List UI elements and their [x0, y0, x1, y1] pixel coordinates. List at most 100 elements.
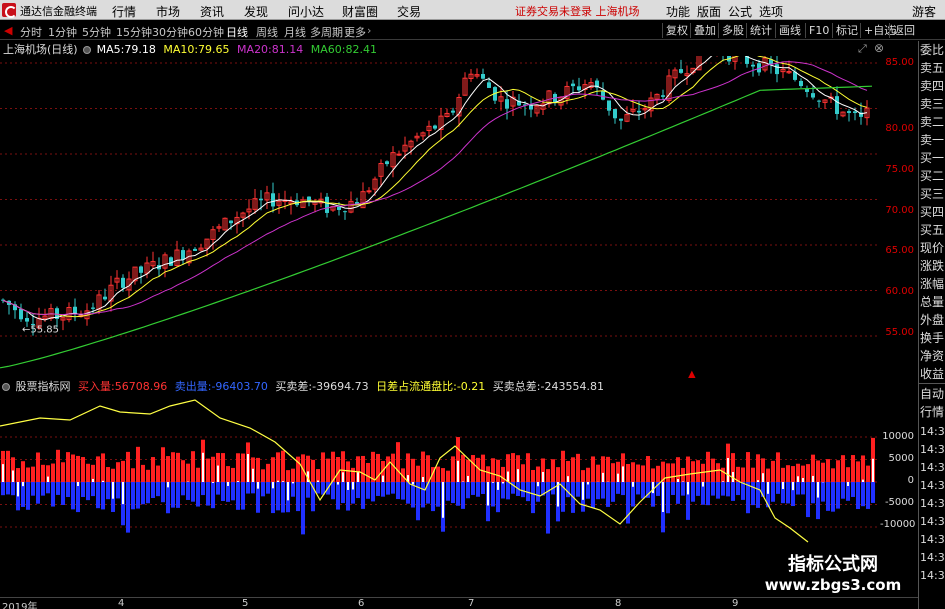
menu-functions[interactable]: 功能	[666, 3, 690, 20]
indicator-settings-icon[interactable]	[2, 383, 10, 391]
label-ask5: 卖五	[920, 61, 945, 75]
sell-volume-bar	[841, 482, 845, 499]
menu-xiaoda[interactable]: 问小达	[288, 3, 324, 20]
sell-volume-bar	[636, 482, 640, 495]
buy-volume-bar	[596, 464, 600, 482]
buy-volume-bar	[191, 451, 195, 482]
sell-volume-bar	[501, 482, 505, 499]
settings-circle-icon[interactable]	[83, 46, 92, 54]
menu-trade[interactable]: 交易	[397, 3, 421, 20]
label-volume: 总量	[920, 295, 945, 309]
more-chevron-icon[interactable]: ›	[367, 24, 371, 37]
menu-quotes[interactable]: 行情	[112, 3, 136, 20]
sell-volume-bar	[6, 482, 10, 495]
expand-icon[interactable]: ⤢	[858, 42, 867, 56]
sell-volume-bar	[836, 482, 840, 509]
buy-volume-bar	[31, 466, 35, 482]
period-30min[interactable]: 30分钟	[152, 24, 188, 40]
label-netasset: 净资	[920, 349, 945, 363]
sell-volume-bar	[341, 482, 345, 504]
sell-volume-bar	[156, 482, 160, 497]
btn-back[interactable]: 返回	[889, 23, 918, 38]
watermark-url: www.zbgs3.com	[764, 576, 902, 594]
btn-adjust[interactable]: 复权	[662, 23, 691, 38]
buy-volume-bar	[611, 463, 615, 482]
btn-draw[interactable]: 画线	[775, 23, 804, 38]
sell-volume-bar	[126, 482, 130, 533]
candle-body	[433, 125, 437, 129]
tick-time: 14:3	[920, 515, 945, 528]
buy-volume-bar	[766, 468, 770, 482]
period-more[interactable]: 更多	[344, 24, 366, 40]
toolbar-scroll-icon[interactable]: ◀	[4, 24, 12, 37]
sell-volume-bar	[221, 482, 225, 501]
period-5min[interactable]: 5分钟	[82, 24, 111, 40]
buy-volume-bar	[146, 469, 150, 482]
buy-volume-bar	[141, 464, 145, 482]
menu-market[interactable]: 市场	[156, 3, 180, 20]
sell-volume-bar	[466, 482, 470, 499]
diff-bar	[77, 482, 79, 487]
period-1min[interactable]: 1分钟	[48, 24, 77, 40]
quote-label[interactable]: 行情	[920, 405, 944, 419]
candle-body	[396, 153, 402, 156]
candle-body	[853, 111, 857, 114]
diff-bar	[487, 482, 489, 506]
candle-body	[751, 64, 755, 67]
candle-body	[847, 111, 851, 113]
sell-volume-bar	[106, 482, 110, 500]
period-monthly[interactable]: 月线	[284, 24, 306, 40]
diff-bar	[257, 482, 259, 489]
buy-volume-bar	[161, 447, 165, 482]
candle-body	[811, 93, 815, 98]
sell-volume-bar	[216, 482, 220, 495]
buy-volume-bar	[691, 461, 695, 482]
period-daily[interactable]: 日线	[226, 24, 248, 40]
menu-news[interactable]: 资讯	[200, 3, 224, 20]
diff-bar	[282, 481, 284, 482]
menu-formula[interactable]: 公式	[728, 3, 752, 20]
sell-volume-bar	[856, 482, 860, 509]
period-60min[interactable]: 60分钟	[188, 24, 224, 40]
btn-overlay[interactable]: 叠加	[690, 23, 719, 38]
period-multi[interactable]: 多周期	[310, 24, 343, 40]
diff-bar	[652, 482, 654, 494]
buy-volume-bar	[51, 463, 55, 482]
buy-volume-bar	[126, 451, 130, 482]
buy-volume-bar	[536, 466, 540, 482]
menu-options[interactable]: 选项	[759, 3, 783, 20]
sell-volume-bar	[141, 482, 145, 505]
btn-mark[interactable]: 标记	[832, 23, 861, 38]
buy-volume-bar	[561, 450, 565, 482]
menu-discover[interactable]: 发现	[244, 3, 268, 20]
buy-volume-bar	[181, 460, 185, 482]
sell-volume-bar	[731, 482, 735, 501]
diff-bar	[767, 482, 769, 494]
close-icon[interactable]: ⊗	[874, 41, 884, 55]
buy-volume-bar	[846, 467, 850, 482]
buy-volume-bar	[36, 452, 40, 482]
sell-volume-bar	[606, 482, 610, 507]
btn-statistics[interactable]: 统计	[746, 23, 775, 38]
period-weekly[interactable]: 周线	[256, 24, 278, 40]
candle-body	[19, 309, 23, 320]
candle-body	[139, 266, 143, 273]
guest-label[interactable]: 游客	[912, 3, 936, 20]
diff-bar	[542, 471, 544, 482]
btn-f10[interactable]: F10	[805, 23, 832, 38]
period-15min[interactable]: 15分钟	[116, 24, 152, 40]
btn-multistock[interactable]: 多股	[718, 23, 747, 38]
candle-body	[193, 248, 197, 251]
menu-wealth[interactable]: 财富圈	[342, 3, 378, 20]
sell-volume-bar	[196, 482, 200, 507]
auto-label[interactable]: 自动	[920, 387, 944, 401]
sell-volume-bar	[716, 482, 720, 499]
buy-volume-bar	[6, 450, 10, 482]
candlestick-chart[interactable]: ↙88.90←55.85▲	[0, 56, 918, 378]
sell-volume-bar	[381, 482, 385, 497]
buy-volume-bar	[446, 470, 450, 482]
label-outer: 外盘	[920, 313, 945, 327]
menu-layout[interactable]: 版面	[697, 3, 721, 20]
period-tick[interactable]: 分时	[20, 24, 42, 40]
sell-volume-bar	[391, 482, 395, 494]
